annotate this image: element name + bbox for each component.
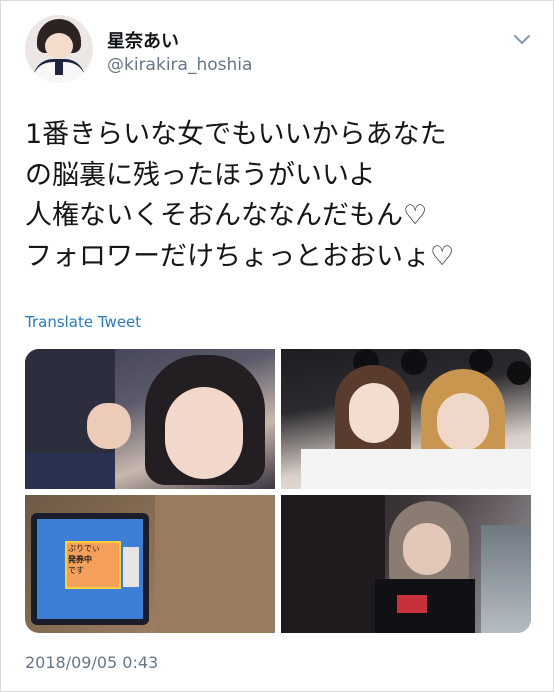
tweet-text: 1番きらいな女でもいいからあなた の脳裏に残ったほうがいいよ 人権ないくそおんな… [25,115,535,277]
photo-background-shape [481,525,531,633]
photo-face-shape [403,523,451,575]
photo-hair-shape [281,495,385,633]
media-photo-4[interactable] [281,495,531,633]
photo-clothes-shape [301,449,531,489]
mouse-ear-shape [507,361,531,385]
tweet-line: の脳裏に残ったほうがいいよ [25,159,376,191]
tweet-card: 星奈あい @kirakira_hoshia 1番きらいな女でもいいからあなた の… [0,0,554,692]
photo-person-coat-shape [155,495,275,633]
media-photo-3[interactable]: ぷりでぃ 発券中 です [25,495,275,633]
media-photo-1[interactable] [25,349,275,489]
user-handle[interactable]: @kirakira_hoshia [107,55,252,75]
photo-face-shape [165,387,243,479]
display-name[interactable]: 星奈あい [107,27,179,53]
tweet-timestamp[interactable]: 2018/09/05 0:43 [25,653,158,672]
media-photo-2[interactable] [281,349,531,489]
photo-hand-shape [87,403,131,449]
photo-face-shape [349,383,399,443]
tweet-line: 人権ないくそおんななんだもん♡ [25,200,428,231]
mouse-ear-shape [401,349,427,375]
tweet-line: フォロワーだけちょっとおおいょ♡ [25,240,455,272]
photo-sleeve-shape [25,453,115,489]
translate-tweet-link[interactable]: Translate Tweet [25,313,141,331]
game-side-panel [123,547,139,587]
avatar[interactable] [25,15,93,83]
photo-shirt-print-shape [397,595,427,613]
tweet-line: 1番きらいな女でもいいからあなた [25,119,447,150]
media-grid: ぷりでぃ 発券中 です [25,349,531,633]
game-screen-text: ぷりでぃ 発券中 です [68,544,100,575]
chevron-down-icon[interactable] [513,34,531,46]
avatar-face [45,33,73,59]
photo-face-shape [437,393,489,451]
avatar-tie [55,61,63,75]
